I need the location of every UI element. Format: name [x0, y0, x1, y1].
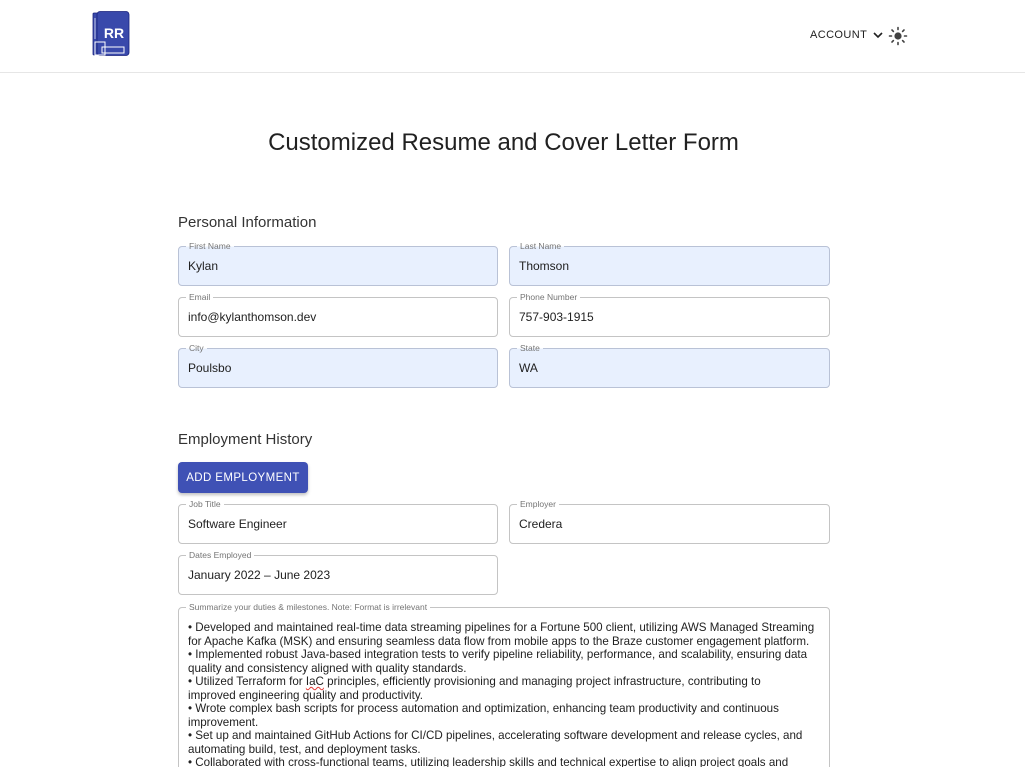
- sun-icon: [888, 26, 908, 46]
- city-label: City: [186, 343, 207, 353]
- account-menu-button[interactable]: ACCOUNT: [810, 28, 885, 42]
- job-title-field[interactable]: Job Title Software Engineer: [178, 499, 498, 544]
- summary-line: • Implemented robust Java-based integrat…: [188, 648, 808, 661]
- summary-line-start: • Utilized Terraform for: [188, 675, 306, 688]
- summary-line: improvement.: [188, 715, 259, 729]
- first-name-value: Kylan: [188, 259, 219, 273]
- last-name-value: Thomson: [519, 259, 570, 273]
- last-name-field[interactable]: Last Name Thomson: [509, 241, 830, 286]
- duties-summary-text: • Developed and maintained real-time dat…: [188, 621, 822, 767]
- job-title-label: Job Title: [186, 499, 224, 509]
- duties-summary-label: Summarize your duties & milestones. Note…: [186, 602, 431, 612]
- summary-line: quality and consistency aligned with qua…: [188, 661, 467, 675]
- phone-field[interactable]: Phone Number 757-903-1915: [509, 292, 830, 337]
- add-employment-button[interactable]: ADD EMPLOYMENT: [178, 462, 308, 493]
- summary-line-rest: principles, efficiently provisioning and…: [323, 675, 761, 688]
- dates-employed-label: Dates Employed: [186, 550, 255, 560]
- last-name-label: Last Name: [517, 241, 565, 251]
- dates-employed-value: January 2022 – June 2023: [188, 568, 331, 582]
- duties-summary-textarea[interactable]: Summarize your duties & milestones. Note…: [178, 602, 830, 767]
- resume-logo-icon[interactable]: RR: [92, 11, 130, 57]
- summary-line: • Developed and maintained real-time dat…: [188, 621, 815, 634]
- state-label: State: [517, 343, 543, 353]
- app-bar: RR ACCOUNT: [0, 0, 1025, 73]
- state-field[interactable]: State WA: [509, 343, 830, 388]
- summary-line: for Apache Kafka (MSK) and ensuring seam…: [188, 634, 810, 648]
- summary-line: • Collaborated with cross-functional tea…: [188, 756, 789, 767]
- email-label: Email: [186, 292, 214, 302]
- first-name-field[interactable]: First Name Kylan: [178, 241, 498, 286]
- summary-line: automating build, test, and deployment t…: [188, 742, 421, 756]
- personal-section-title: Personal Information: [178, 214, 317, 231]
- phone-value: 757-903-1915: [519, 310, 594, 324]
- spellcheck-word: IaC: [305, 675, 324, 688]
- chevron-down-icon: [873, 32, 883, 39]
- logo-text: RR: [104, 25, 124, 41]
- dates-employed-field[interactable]: Dates Employed January 2022 – June 2023: [178, 550, 498, 595]
- email-value: info@kylanthomson.dev: [188, 310, 317, 324]
- employer-value: Credera: [519, 517, 563, 531]
- city-value: Poulsbo: [188, 361, 232, 375]
- city-field[interactable]: City Poulsbo: [178, 343, 498, 388]
- first-name-label: First Name: [186, 241, 234, 251]
- page-title: Customized Resume and Cover Letter Form: [268, 129, 739, 156]
- job-title-value: Software Engineer: [188, 517, 287, 531]
- summary-line: • Utilized Terraform for IaC principles,…: [188, 675, 822, 689]
- summary-line: • Set up and maintained GitHub Actions f…: [188, 729, 803, 742]
- theme-toggle-button[interactable]: [888, 26, 908, 46]
- phone-label: Phone Number: [517, 292, 581, 302]
- employment-section-title: Employment History: [178, 431, 313, 448]
- account-label: ACCOUNT: [810, 29, 868, 41]
- employer-label: Employer: [517, 499, 559, 509]
- employer-field[interactable]: Employer Credera: [509, 499, 830, 544]
- summary-line: improved engineering quality and product…: [188, 688, 424, 702]
- email-field[interactable]: Email info@kylanthomson.dev: [178, 292, 498, 337]
- state-value: WA: [519, 361, 538, 375]
- summary-line: • Wrote complex bash scripts for process…: [188, 702, 779, 715]
